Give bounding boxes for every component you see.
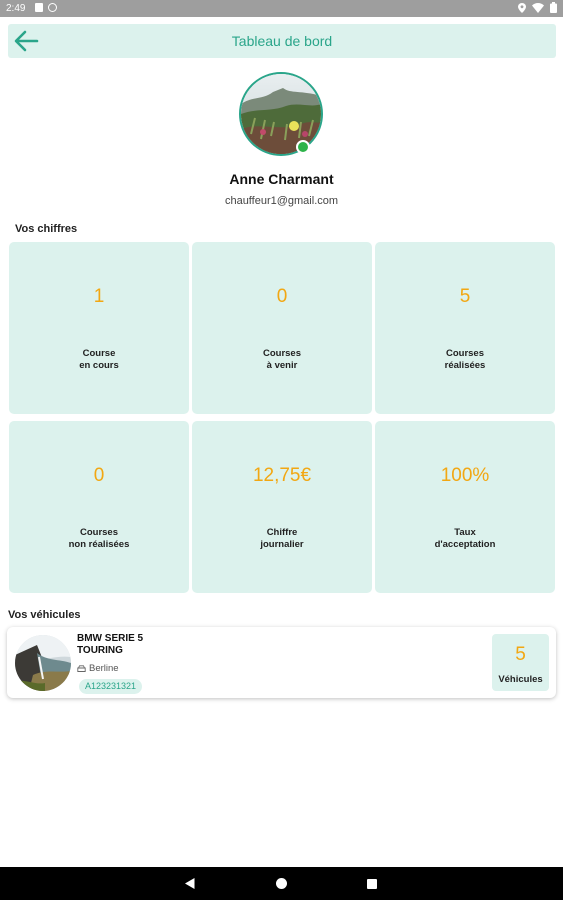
app-header: Tableau de bord: [8, 24, 556, 58]
stat-card-courses-realisees[interactable]: 5 Courses réalisées: [375, 242, 555, 414]
stat-label: Chiffre journalier: [260, 527, 304, 550]
stats-grid: 1 Course en cours 0 Courses à venir 5 Co…: [9, 242, 555, 593]
avatar[interactable]: [239, 72, 323, 156]
stat-value: 0: [93, 465, 105, 486]
vehicle-count-label: Véhicules: [498, 674, 543, 685]
stat-value: 1: [93, 286, 105, 307]
vehicle-type: Berline: [77, 663, 119, 674]
stat-card-chiffre-journalier[interactable]: 12,75€ Chiffre journalier: [192, 421, 372, 593]
vehicle-image: [15, 635, 71, 691]
vehicle-card[interactable]: BMW SERIE 5 TOURING Berline A123231321 5…: [7, 627, 556, 698]
stat-card-courses-a-venir[interactable]: 0 Courses à venir: [192, 242, 372, 414]
system-nav-bar: [0, 867, 563, 900]
sim-card-icon: [35, 3, 43, 12]
nav-home-icon[interactable]: [276, 878, 287, 889]
stat-card-course-en-cours[interactable]: 1 Course en cours: [9, 242, 189, 414]
user-email: chauffeur1@gmail.com: [224, 195, 339, 207]
vehicle-count: 5: [515, 644, 526, 665]
nav-back-icon[interactable]: [185, 878, 195, 889]
stat-label: Course en cours: [79, 348, 119, 371]
stat-label: Taux d'acceptation: [434, 527, 496, 550]
profile-photo: [241, 74, 321, 154]
battery-icon: [550, 2, 557, 13]
stat-label: Courses à venir: [262, 348, 301, 371]
nav-recents-icon[interactable]: [367, 879, 377, 889]
vehicle-name: BMW SERIE 5 TOURING: [77, 633, 144, 656]
location-icon: [518, 2, 526, 13]
page-title: Tableau de bord: [231, 33, 333, 49]
wifi-icon: [532, 2, 544, 13]
stat-card-courses-non-realisees[interactable]: 0 Courses non réalisées: [9, 421, 189, 593]
license-plate-badge: A123231321: [79, 679, 143, 694]
vehicle-type-label: Berline: [89, 663, 119, 674]
online-status-dot: [296, 140, 310, 154]
user-name: Anne Charmant: [229, 171, 334, 187]
stat-value: 5: [459, 286, 471, 307]
vehicle-count-box[interactable]: 5 Véhicules: [492, 634, 549, 691]
car-icon: [77, 664, 86, 672]
stat-label: Courses réalisées: [444, 348, 486, 371]
stat-value: 12,75€: [252, 465, 312, 486]
stat-card-taux-acceptation[interactable]: 100% Taux d'acceptation: [375, 421, 555, 593]
stats-section-title: Vos chiffres: [15, 223, 78, 235]
status-time: 2:49: [6, 3, 26, 14]
vehicles-section-title: Vos véhicules: [8, 609, 81, 621]
vehicle-photo: [15, 635, 71, 691]
stat-label: Courses non réalisées: [68, 527, 130, 550]
stat-value: 100%: [440, 465, 490, 486]
stat-value: 0: [276, 286, 288, 307]
status-bar: 2:49: [0, 0, 563, 17]
sync-blocked-icon: [48, 3, 57, 12]
